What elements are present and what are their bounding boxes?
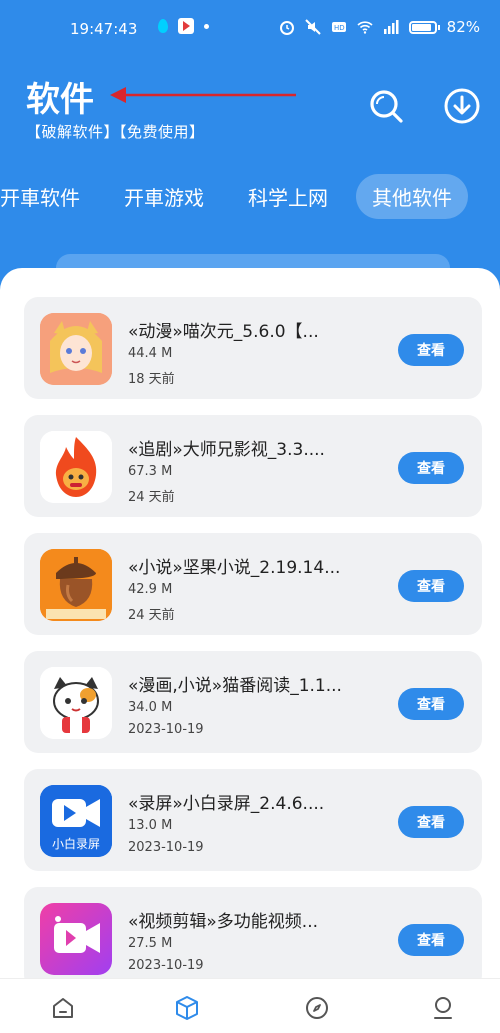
app-date: 2023-10-19 [128, 722, 204, 737]
page-subtitle: 【破解软件】【免费使用】 [26, 123, 205, 141]
video-app-icon [178, 18, 194, 34]
anime-girl-icon [40, 313, 112, 385]
app-name: «小说»坚果小说_2.19.14... [128, 558, 341, 578]
profile-icon[interactable] [430, 995, 456, 1021]
cat-icon [40, 667, 112, 739]
view-button[interactable]: 查看 [398, 570, 464, 602]
category-tabs: 开車软件 开車游戏 科学上网 其他软件 [0, 174, 500, 222]
video-camera-icon: 小白录屏 [40, 785, 112, 857]
svg-text:HD: HD [334, 24, 345, 32]
app-date: 2023-10-19 [128, 840, 204, 855]
annotation-arrow-icon [110, 87, 296, 103]
page-title: 软件 [26, 80, 94, 120]
app-name: «追剧»大师兄影视_3.3.... [128, 440, 325, 460]
view-button[interactable]: 查看 [398, 806, 464, 838]
app-name: «录屏»小白录屏_2.4.6.... [128, 794, 325, 814]
view-button[interactable]: 查看 [398, 688, 464, 720]
status-time: 19:47:43 [70, 20, 138, 38]
list-item[interactable]: 小白录屏 «录屏»小白录屏_2.4.6.... 13.0 M 2023-10-1… [24, 769, 482, 871]
mute-icon [304, 19, 321, 35]
signal-icon [383, 20, 399, 34]
list-item[interactable]: «动漫»喵次元_5.6.0【... 44.4 M 18 天前 查看 [24, 297, 482, 399]
bottom-nav [0, 978, 500, 1033]
app-date: 24 天前 [128, 608, 175, 623]
compass-icon[interactable] [304, 995, 330, 1021]
search-icon[interactable] [366, 86, 406, 126]
app-date: 24 天前 [128, 490, 175, 505]
app-size: 42.9 M [128, 582, 173, 597]
list-item[interactable]: «漫画,小说»猫番阅读_1.1... 34.0 M 2023-10-19 查看 [24, 651, 482, 753]
view-button[interactable]: 查看 [398, 452, 464, 484]
cube-icon[interactable] [174, 995, 200, 1021]
tab-other-software[interactable]: 其他软件 [356, 174, 468, 219]
drop-icon [158, 19, 168, 33]
tab-science-internet[interactable]: 科学上网 [248, 182, 328, 211]
app-date: 2023-10-19 [128, 958, 204, 973]
list-item[interactable]: «追剧»大师兄影视_3.3.... 67.3 M 24 天前 查看 [24, 415, 482, 517]
app-size: 13.0 M [128, 818, 173, 833]
wifi-icon [357, 21, 373, 34]
acorn-icon [40, 549, 112, 621]
app-date: 18 天前 [128, 372, 175, 387]
tab-kaiche-games[interactable]: 开車游戏 [124, 182, 204, 211]
alarm-icon [279, 21, 294, 35]
app-name: «动漫»喵次元_5.6.0【... [128, 322, 319, 342]
battery-level: 82% [446, 18, 480, 36]
hd-icon: HD [331, 22, 346, 32]
app-size: 27.5 M [128, 936, 173, 951]
download-icon[interactable] [442, 86, 482, 126]
view-button[interactable]: 查看 [398, 334, 464, 366]
list-item[interactable]: «视频剪辑»多功能视频... 27.5 M 2023-10-19 查看 [24, 887, 482, 989]
app-name: «漫画,小说»猫番阅读_1.1... [128, 676, 342, 696]
tab-kaiche-software[interactable]: 开車软件 [0, 182, 80, 211]
notification-dot-icon [204, 23, 209, 29]
app-name: «视频剪辑»多功能视频... [128, 912, 319, 932]
video-editor-icon [40, 903, 112, 975]
view-button[interactable]: 查看 [398, 924, 464, 956]
flame-monkey-icon [40, 431, 112, 503]
app-size: 67.3 M [128, 464, 173, 479]
status-bar: 19:47:43 HD 82% [0, 0, 500, 60]
app-size: 34.0 M [128, 700, 173, 715]
home-icon[interactable] [50, 995, 76, 1021]
app-icon-label: 小白录屏 [51, 837, 100, 851]
battery-icon [408, 20, 440, 34]
app-size: 44.4 M [128, 346, 173, 361]
list-item[interactable]: «小说»坚果小说_2.19.14... 42.9 M 24 天前 查看 [24, 533, 482, 635]
